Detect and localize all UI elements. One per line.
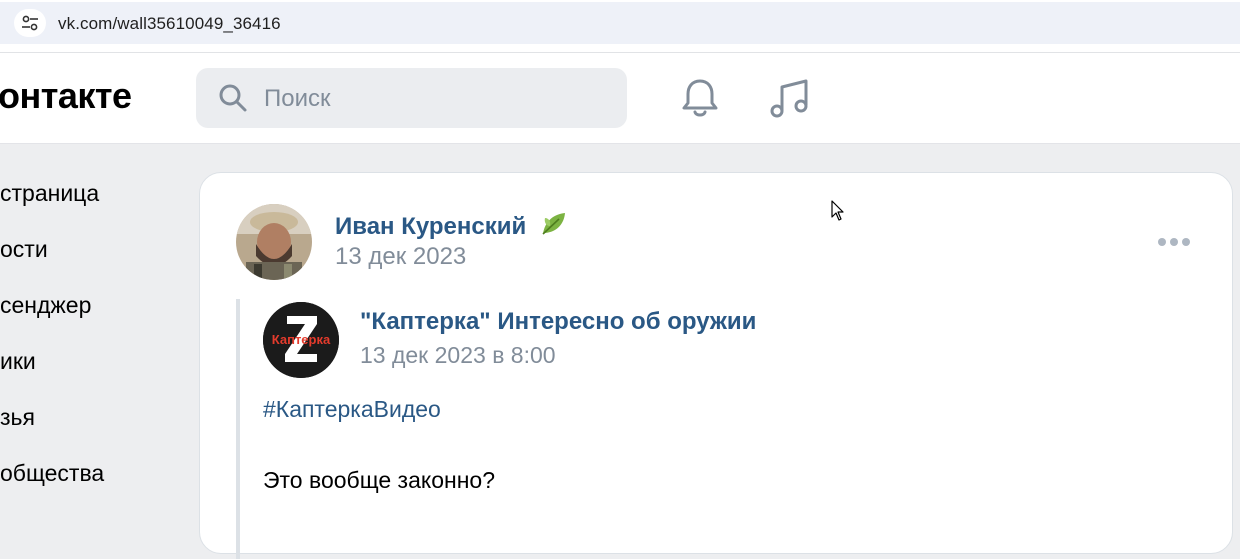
bell-icon[interactable] xyxy=(680,77,720,124)
address-bar[interactable]: vk.com/wall35610049_36416 xyxy=(0,2,1240,44)
dot-icon xyxy=(1170,238,1178,246)
author-avatar[interactable] xyxy=(236,204,312,280)
sidebar-item-calls[interactable]: ики xyxy=(0,348,36,375)
dot-icon xyxy=(1158,238,1166,246)
mouse-cursor-icon xyxy=(831,200,845,227)
post-text: Это вообще законно? xyxy=(263,467,495,493)
repost-group-name[interactable]: "Каптерка" Интересно об оружии xyxy=(360,308,756,336)
search-icon xyxy=(218,83,248,118)
url-text[interactable]: vk.com/wall35610049_36416 xyxy=(58,14,281,34)
repost-date[interactable]: 13 дек 2023 в 8:00 xyxy=(360,342,556,369)
hashtag-link[interactable]: #КаптеркаВидео xyxy=(263,396,441,423)
browser-toolbar: vk.com/wall35610049_36416 xyxy=(0,0,1240,53)
site-logo[interactable]: онтакте xyxy=(0,75,132,117)
sidebar-item-friends[interactable]: зья xyxy=(0,404,35,431)
group-avatar-text: Каптерка xyxy=(272,332,331,347)
dot-icon xyxy=(1182,238,1190,246)
leaf-emoji-icon xyxy=(539,210,567,245)
post-author[interactable]: Иван Куренский xyxy=(335,210,567,245)
more-options-button[interactable] xyxy=(1154,233,1194,251)
search-box[interactable] xyxy=(196,68,627,130)
site-header: онтакте xyxy=(0,53,1240,144)
sidebar-item-my-page[interactable]: страница xyxy=(0,180,99,207)
repost-border xyxy=(236,299,240,559)
sidebar-item-news[interactable]: ости xyxy=(0,236,48,263)
search-input[interactable] xyxy=(262,68,606,130)
sidebar-item-messenger[interactable]: сенджер xyxy=(0,292,91,319)
music-icon[interactable] xyxy=(768,77,812,126)
author-name[interactable]: Иван Куренский xyxy=(335,213,526,240)
group-avatar[interactable]: Каптерка xyxy=(263,302,339,378)
post-date[interactable]: 13 дек 2023 xyxy=(335,243,466,271)
sidebar-item-communities[interactable]: общества xyxy=(0,460,104,487)
post-card: Иван Куренский 13 дек 2023 Каптерка "Кап… xyxy=(199,172,1233,559)
tune-icon[interactable] xyxy=(14,9,46,37)
